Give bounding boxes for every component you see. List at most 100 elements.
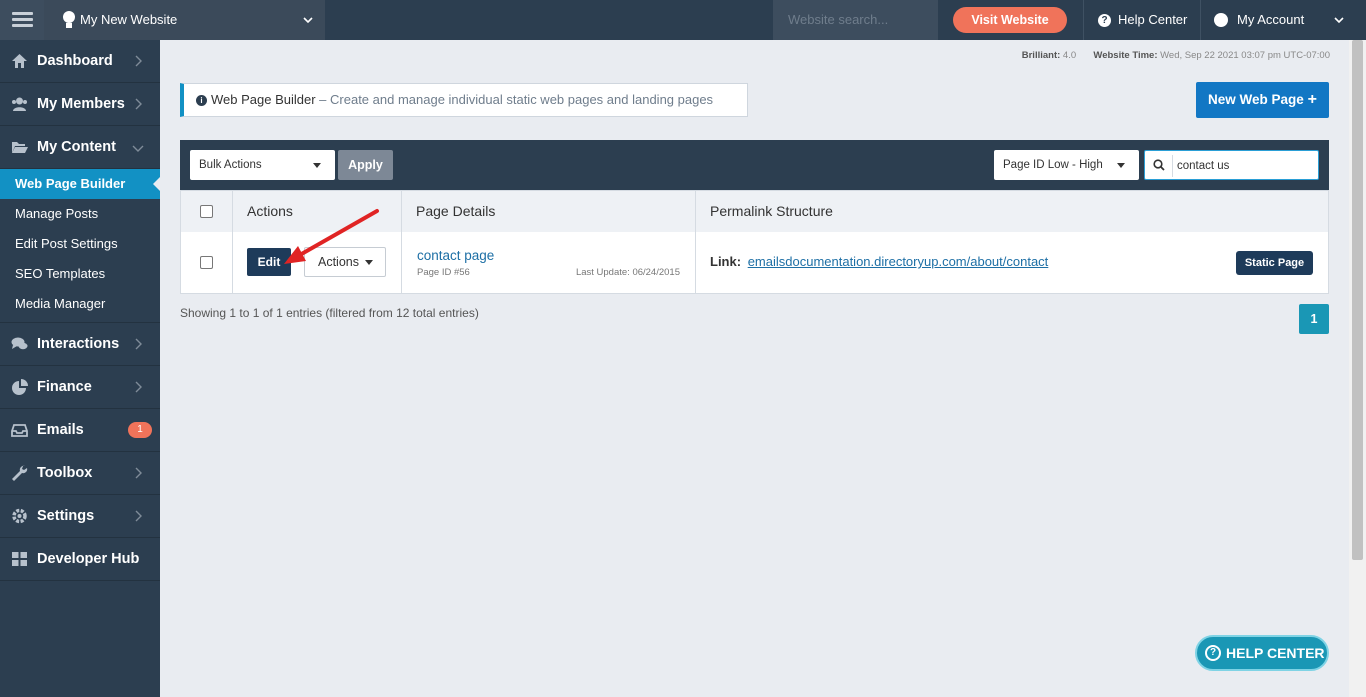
sidebar-item-label: Developer Hub [37,551,140,567]
comments-icon [11,337,28,350]
page-scrollbar[interactable] [1349,40,1366,697]
sidebar-item-my-members[interactable]: My Members [0,83,160,126]
row-page-details-cell: contact page Page ID #56 Last Update: 06… [402,232,696,294]
help-center-floating-button[interactable]: ? HELP CENTER [1195,635,1329,671]
grid-icon [12,552,27,566]
annotation-arrow-icon [284,209,379,264]
new-web-page-button[interactable]: New Web Page + [1196,82,1329,118]
submenu-item-manage-posts[interactable]: Manage Posts [0,199,160,229]
plus-icon: + [1307,91,1317,108]
website-time-value: Wed, Sep 22 2021 03:07 pm UTC-07:00 [1160,50,1330,61]
my-account-menu[interactable]: My Account [1200,0,1350,40]
last-update: Last Update: 06/24/2015 [575,267,680,278]
chevron-right-icon [135,55,142,67]
sidebar-item-emails[interactable]: Emails 1 [0,409,160,452]
site-selector[interactable]: My New Website [44,0,325,40]
row-select-cell [181,232,233,294]
info-icon: i [196,95,207,106]
column-header-permalink: Permalink Structure [696,191,1328,232]
website-search-input[interactable]: Website search... [773,0,938,40]
select-all-header [181,191,233,232]
sidebar-item-label: My Members [37,96,125,112]
home-icon [12,54,27,68]
bulk-actions-label: Bulk Actions [199,159,262,171]
entries-info: Showing 1 to 1 of 1 entries (filtered fr… [180,306,479,320]
site-name: My New Website [80,12,178,27]
bulk-actions-select[interactable]: Bulk Actions [190,150,335,180]
chevron-right-icon [135,98,142,110]
users-icon [12,97,27,111]
site-meta: Brilliant: 4.0 Website Time: Wed, Sep 22… [1022,50,1330,61]
sidebar-item-label: Toolbox [37,465,93,481]
sort-label: Page ID Low - High [1003,159,1103,171]
sidebar-item-my-content[interactable]: My Content [0,126,160,169]
folder-open-icon [12,142,28,153]
permalink-url[interactable]: emailsdocumentation.directoryup.com/abou… [748,254,1049,269]
link-label: Link: [710,254,742,269]
website-time-label: Website Time: [1093,50,1158,61]
submenu-item-seo-templates[interactable]: SEO Templates [0,259,160,289]
caret-down-icon [313,163,321,168]
page-title-box: i Web Page Builder – Create and manage i… [180,83,748,117]
chevron-down-icon [303,17,313,24]
top-bar: My New Website Website search... Visit W… [0,0,1366,40]
new-web-page-label: New Web Page [1208,92,1304,107]
column-header-page-details: Page Details [402,191,696,232]
sidebar-item-developer-hub[interactable]: Developer Hub [0,538,160,581]
sidebar-item-label: Dashboard [37,53,113,69]
page-type-badge: Static Page [1236,251,1313,275]
question-circle-icon: ? [1205,645,1221,661]
table-search-input[interactable] [1177,155,1315,177]
sidebar-item-label: Settings [37,508,95,524]
apply-button[interactable]: Apply [338,150,393,180]
page-title: Web Page Builder [211,92,316,107]
row-permalink-cell: Link: emailsdocumentation.directoryup.co… [696,232,1328,294]
user-icon [1214,13,1228,27]
row-checkbox[interactable] [200,256,213,269]
sidebar-item-interactions[interactable]: Interactions [0,323,160,366]
chevron-right-icon [135,510,142,522]
emails-count-badge: 1 [128,422,152,438]
wrench-icon [12,465,28,481]
submenu-item-web-page-builder[interactable]: Web Page Builder [0,169,160,199]
menu-icon[interactable] [0,0,44,40]
submenu-item-edit-post-settings[interactable]: Edit Post Settings [0,229,160,259]
help-center-link[interactable]: ? Help Center [1083,0,1200,40]
sidebar-item-toolbox[interactable]: Toolbox [0,452,160,495]
table-toolbar: Bulk Actions Apply Page ID Low - High [180,140,1329,190]
scrollbar-thumb[interactable] [1352,40,1363,560]
sidebar-item-label: Finance [37,379,92,395]
select-all-checkbox[interactable] [200,205,213,218]
inbox-icon [11,424,28,437]
search-icon [1153,159,1165,171]
version-label: Brilliant: [1021,50,1061,61]
sort-select[interactable]: Page ID Low - High [994,150,1139,180]
chevron-right-icon [135,467,142,479]
page-name-link[interactable]: contact page [417,248,494,263]
question-icon: ? [1098,14,1111,27]
help-center-float-label: HELP CENTER [1226,645,1325,661]
chevron-right-icon [135,338,142,350]
my-content-submenu: Web Page Builder Manage Posts Edit Post … [0,169,160,323]
gear-icon [12,508,27,524]
pagination-page-1[interactable]: 1 [1299,304,1329,334]
help-center-label: Help Center [1118,12,1188,27]
sidebar-item-label: Interactions [37,336,120,352]
sidebar-item-dashboard[interactable]: Dashboard [0,40,160,83]
page-id: Page ID #56 [417,267,470,278]
lightbulb-icon [63,11,75,28]
sidebar-item-label: My Content [37,139,116,155]
my-account-label: My Account [1237,12,1305,27]
caret-down-icon [1117,163,1125,168]
version-value: 4.0 [1062,50,1077,61]
permalink: Link: emailsdocumentation.directoryup.co… [710,254,1048,269]
visit-website-button[interactable]: Visit Website [953,7,1067,33]
table-search [1144,150,1319,180]
pie-chart-icon [12,379,28,395]
sidebar-item-finance[interactable]: Finance [0,366,160,409]
submenu-item-media-manager[interactable]: Media Manager [0,289,160,319]
sidebar-item-label: Emails [37,422,84,438]
chevron-down-icon [1334,17,1344,24]
page-description: – Create and manage individual static we… [319,92,714,107]
sidebar-item-settings[interactable]: Settings [0,495,160,538]
